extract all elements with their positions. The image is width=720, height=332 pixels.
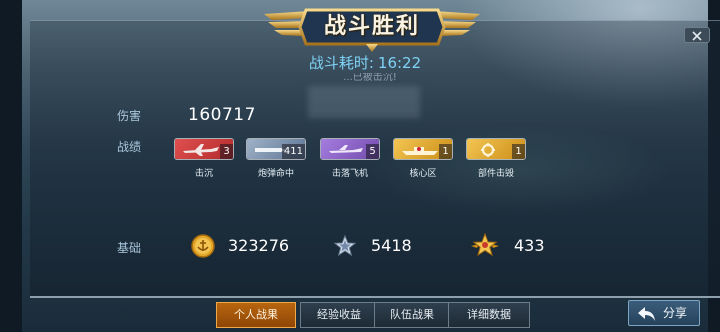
medal-aircraft-downed-label: 击落飞机 [331, 169, 368, 179]
medal-parts-destroyed-count: 1 [512, 144, 525, 159]
sunk-notice: ...已被击沉! [343, 73, 397, 83]
close-button[interactable] [684, 27, 710, 43]
damage-value: 160717 [188, 105, 256, 125]
panel-bottom-line [30, 296, 720, 298]
blurred-player-name [308, 86, 420, 118]
medal-core-zone[interactable]: 1 [393, 138, 453, 160]
damage-label: 伤害 [117, 109, 142, 123]
medal-sunk[interactable]: 3 [174, 138, 234, 160]
medal-aircraft-downed-count: 5 [366, 144, 379, 159]
victory-title: 战斗胜利 [323, 14, 420, 39]
share-label: 分享 [663, 306, 688, 320]
medal-shell-hits[interactable]: 411 [246, 138, 306, 160]
medal-sunk-count: 3 [220, 144, 233, 159]
battle-time-label: 战斗耗时: [308, 54, 374, 72]
gear-icon [481, 143, 495, 157]
aircraft-icon [329, 145, 363, 153]
plane-icon [183, 144, 219, 156]
tab-exp-gains[interactable]: 经验收益 [300, 302, 378, 328]
close-icon [692, 31, 702, 41]
medal-core-zone-count: 1 [439, 144, 452, 159]
medal-parts-destroyed[interactable]: 1 [466, 138, 526, 160]
tab-team-results[interactable]: 队伍战果 [374, 302, 450, 328]
share-arrow-icon [638, 307, 655, 321]
medal-aircraft-downed[interactable]: 5 [320, 138, 380, 160]
medal-shell-hits-label: 炮弹命中 [257, 169, 294, 179]
share-button[interactable]: 分享 [628, 300, 700, 326]
battle-time-value: 16:22 [377, 54, 422, 72]
silver-star-icon [333, 234, 357, 257]
gold-star-icon [471, 232, 499, 257]
tab-detailed-data[interactable]: 详细数据 [448, 302, 530, 328]
gold-coin-anchor-icon [191, 234, 215, 258]
record-label: 战绩 [117, 140, 142, 154]
tab-personal-results[interactable]: 个人战果 [216, 302, 296, 328]
screen-edge-left [0, 0, 22, 332]
base-label: 基础 [117, 241, 142, 255]
medal-shell-hits-count: 411 [281, 144, 305, 159]
medal-core-zone-label: 核心区 [409, 169, 437, 179]
merit-value: 433 [514, 236, 545, 255]
victory-banner: 战斗胜利 [262, 2, 482, 52]
exp-value: 5418 [371, 236, 412, 255]
ship-core-icon [402, 147, 438, 155]
gold-value: 323276 [228, 236, 290, 255]
battle-time: 战斗耗时: 16:22 [250, 52, 480, 72]
medal-parts-destroyed-label: 部件击毁 [477, 169, 514, 179]
medal-sunk-label: 击沉 [194, 169, 213, 179]
